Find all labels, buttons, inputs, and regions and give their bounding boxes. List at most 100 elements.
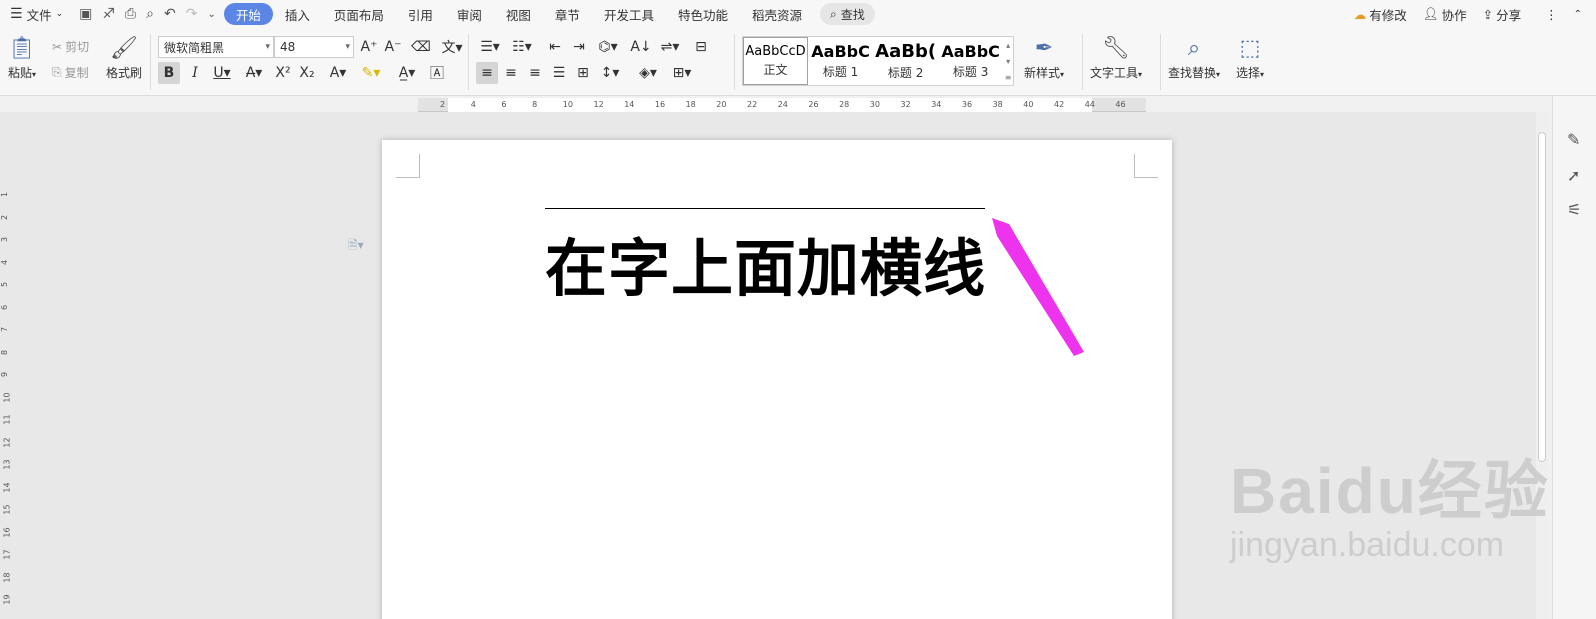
tab-chapter[interactable]: 章节	[543, 3, 592, 25]
ruler-tick-label: 4	[470, 100, 476, 109]
italic-icon[interactable]: I	[184, 62, 206, 84]
scrollbar-thumb[interactable]	[1538, 132, 1546, 462]
char-border-icon[interactable]: 🄰	[426, 62, 448, 84]
chevron-up-icon: ⌃	[1573, 8, 1582, 20]
find-replace-button[interactable]: ⌕ 查找替换▾	[1168, 34, 1220, 81]
ruler-tick-label: 38	[992, 100, 1003, 109]
bold-icon[interactable]: B	[158, 62, 180, 84]
subscript-icon[interactable]: X₂	[296, 62, 318, 84]
redo-icon[interactable]: ↷	[186, 6, 198, 22]
tab-special[interactable]: 特色功能	[666, 3, 740, 25]
distributed-icon[interactable]: ⊞	[572, 62, 594, 84]
ruler-tick-label: 2	[0, 214, 10, 220]
grow-font-icon[interactable]: A⁺	[358, 36, 380, 58]
numbered-list-icon[interactable]: ☷▾	[508, 36, 536, 58]
ruler-tick-label: 1	[0, 191, 10, 198]
wps-writer-window: ☰ 文件 ⌄ ▣ ♐ ⎙ ⌕ ↶ ↷ ⌄ 开始 插入 页面布局 引用 审阅 视图…	[0, 0, 1596, 619]
format-painter-button[interactable]: 🖌︎ 格式刷	[106, 34, 142, 81]
changes-status[interactable]: ☁ 有修改	[1354, 5, 1407, 24]
right-sidebar: ✎ ➚ ⚟	[1552, 96, 1596, 619]
vertical-dots-icon: ⋮	[1545, 6, 1558, 22]
bullet-list-icon[interactable]: ☰▾	[476, 36, 504, 58]
style-heading-2[interactable]: AaBb( 标题 2	[873, 37, 938, 85]
tab-references[interactable]: 引用	[396, 3, 445, 25]
align-left-icon[interactable]: ≡	[476, 62, 498, 84]
font-size-select[interactable]: 48 ▾	[274, 36, 354, 58]
chinese-layout-icon[interactable]: ⌬▾	[594, 36, 622, 58]
tab-view[interactable]: 视图	[494, 3, 543, 25]
tab-page-layout[interactable]: 页面布局	[322, 3, 396, 25]
phonetic-guide-icon[interactable]: 文▾	[436, 36, 468, 58]
superscript-icon[interactable]: X²	[272, 62, 294, 84]
more-options-button[interactable]: ⋮	[1545, 7, 1558, 22]
tab-home[interactable]: 开始	[223, 3, 273, 25]
file-menu[interactable]: ☰ 文件 ⌄	[0, 3, 71, 25]
wrench-icon: 🔧︎	[1102, 36, 1130, 61]
collab-button[interactable]: 👤︎ 协作	[1423, 5, 1467, 24]
strikethrough-icon[interactable]: A̶▾	[240, 62, 268, 84]
paste-button[interactable]: 📋︎ 粘贴▾	[8, 34, 36, 81]
shrink-font-icon[interactable]: A⁻	[382, 36, 404, 58]
copy-button[interactable]: ⎘ 复制	[52, 64, 89, 81]
ruler-tick-label: 42	[1054, 100, 1065, 109]
share-button[interactable]: ⇪ 分享	[1483, 5, 1522, 24]
pointer-icon[interactable]: ➚	[1567, 166, 1580, 185]
print-preview-icon[interactable]: ⌕	[146, 6, 154, 22]
ruler-tick-label: 10	[2, 391, 12, 403]
font-name-select[interactable]: 微软简粗黑 ▾	[158, 36, 274, 58]
more-icon[interactable]: ⌄	[207, 9, 215, 20]
decrease-indent-icon[interactable]: ⇤	[544, 36, 566, 58]
divider	[468, 34, 469, 90]
user-icon: 👤︎	[1422, 6, 1439, 21]
format-painter-small-icon[interactable]: ♐	[102, 6, 115, 22]
ruler-tick-label: 14	[624, 100, 635, 109]
tab-review[interactable]: 审阅	[445, 3, 494, 25]
tab-insert[interactable]: 插入	[273, 3, 322, 25]
ruler-tick-label: 22	[747, 100, 758, 109]
shading-icon[interactable]: ◈▾	[634, 62, 662, 84]
underline-icon[interactable]: U▾	[208, 62, 236, 84]
ruler-tick-label: 40	[1023, 100, 1034, 109]
clear-format-icon[interactable]: ⌫	[410, 36, 432, 58]
borders-icon[interactable]: ⊞▾	[668, 62, 696, 84]
edit-pen-icon[interactable]: ✎	[1567, 130, 1580, 149]
scissors-icon: ✂	[52, 39, 63, 54]
styles-scroll[interactable]: ▴ ▾ ≡	[1003, 37, 1013, 85]
style-heading-1[interactable]: AaBbC 标题 1	[808, 37, 873, 85]
select-button[interactable]: ⬚ 选择▾	[1236, 34, 1264, 81]
collapse-ribbon-button[interactable]: ⌃	[1574, 9, 1582, 20]
style-normal[interactable]: AaBbCcD 正文	[743, 37, 809, 85]
cut-button[interactable]: ✂ 剪切	[52, 38, 89, 55]
save-icon[interactable]: ▣	[79, 6, 92, 22]
ruler-tick-label: 8	[0, 349, 10, 355]
sort-icon[interactable]: A↓	[630, 36, 652, 58]
increase-indent-icon[interactable]: ⇥	[568, 36, 590, 58]
divider	[1160, 34, 1161, 90]
vertical-ruler[interactable]: 1 2 3 4 5 6 7 8 9 10 11 12 13 14 15 16 17 18 19	[0, 112, 14, 619]
ruler-tick-label: 19	[2, 594, 12, 605]
line-spacing-icon[interactable]: ↕▾	[596, 62, 624, 84]
text-effect-icon[interactable]: A▾	[324, 62, 352, 84]
tab-developer[interactable]: 开发工具	[592, 3, 666, 25]
text-tools-button[interactable]: 🔧︎ 文字工具▾	[1090, 34, 1142, 81]
tab-docer[interactable]: 稻壳资源	[740, 3, 814, 25]
ruler-tick-label: 8	[532, 100, 538, 109]
ruler-tick-label: 28	[839, 100, 850, 109]
style-heading-3[interactable]: AaBbC 标题 3	[938, 37, 1003, 85]
justify-icon[interactable]: ☰	[548, 62, 570, 84]
new-style-button[interactable]: ✒ 新样式▾	[1024, 34, 1064, 81]
table-ruler-icon[interactable]: ⊟	[690, 36, 712, 58]
show-marks-icon[interactable]: ⇌▾	[656, 36, 684, 58]
ruler-tick-label: 10	[562, 100, 573, 109]
print-icon[interactable]: ⎙	[125, 6, 136, 22]
ruler-tick-label: 34	[931, 100, 942, 109]
highlight-icon[interactable]: ✎▾	[356, 62, 386, 84]
align-right-icon[interactable]: ≡	[524, 62, 546, 84]
undo-icon[interactable]: ↶	[164, 6, 176, 22]
copy-icon: ⎘	[52, 65, 62, 79]
sliders-icon[interactable]: ⚟	[1567, 200, 1581, 219]
search-button[interactable]: ⌕ 查找	[819, 3, 875, 25]
font-color-icon[interactable]: A̲▾	[392, 62, 422, 84]
horizontal-ruler[interactable]: 2 4 6 8 10 12 14 16 18 20 22 24 26 28 30 32 34 36 38 40 42 44…	[418, 98, 1146, 112]
align-center-icon[interactable]: ≡	[500, 62, 522, 84]
